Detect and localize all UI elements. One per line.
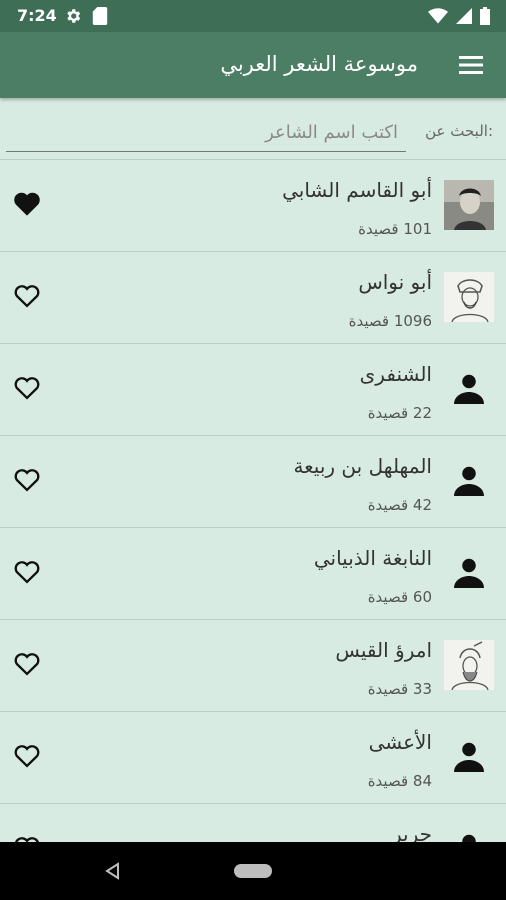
- heart-outline-icon[interactable]: [13, 467, 41, 493]
- search-input[interactable]: [6, 114, 406, 152]
- poet-name: الأعشى: [368, 730, 432, 754]
- poet-row[interactable]: النابغة الذبياني 60 قصيدة: [0, 527, 506, 619]
- navigation-bar: [0, 842, 506, 900]
- sd-card-icon: [92, 7, 108, 25]
- poet-list: أبو القاسم الشابي 101 قصيدة أبو نواس 109…: [0, 159, 506, 895]
- poet-row[interactable]: الأعشى 84 قصيدة: [0, 711, 506, 803]
- poem-count: 84 قصيدة: [367, 772, 432, 790]
- person-icon: [444, 364, 494, 414]
- poet-row[interactable]: أبو القاسم الشابي 101 قصيدة: [0, 159, 506, 251]
- poet-name: الشنفرى: [359, 362, 432, 386]
- person-icon: [444, 548, 494, 598]
- heart-icon[interactable]: [13, 191, 41, 217]
- status-bar: 7:24: [0, 0, 506, 32]
- poet-row[interactable]: الشنفرى 22 قصيدة: [0, 343, 506, 435]
- heart-outline-icon[interactable]: [13, 375, 41, 401]
- battery-icon: [480, 7, 490, 25]
- poet-row[interactable]: امرؤ القيس 33 قصيدة: [0, 619, 506, 711]
- home-icon[interactable]: [234, 864, 272, 878]
- poet-name: المهلهل بن ربيعة: [293, 454, 432, 478]
- search-row: البحث عن:: [0, 104, 506, 160]
- poet-row[interactable]: المهلهل بن ربيعة 42 قصيدة: [0, 435, 506, 527]
- poem-count: 42 قصيدة: [367, 496, 432, 514]
- poet-name: أبو نواس: [358, 270, 432, 294]
- poem-count: 101 قصيدة: [358, 220, 432, 238]
- heart-outline-icon[interactable]: [13, 743, 41, 769]
- poet-name: النابغة الذبياني: [313, 546, 432, 570]
- search-label: البحث عن:: [425, 122, 493, 140]
- settings-icon: [67, 9, 81, 23]
- poet-photo: [444, 180, 494, 230]
- app-title: موسوعة الشعر العربي: [220, 52, 418, 76]
- status-time: 7:24: [17, 6, 57, 25]
- poem-count: 33 قصيدة: [367, 680, 432, 698]
- poet-sketch: [444, 640, 494, 690]
- poet-name: امرؤ القيس: [335, 638, 432, 662]
- heart-outline-icon[interactable]: [13, 283, 41, 309]
- person-icon: [444, 732, 494, 782]
- wifi-icon: [428, 8, 448, 24]
- back-icon[interactable]: [104, 862, 120, 880]
- poem-count: 22 قصيدة: [367, 404, 432, 422]
- poet-sketch: [444, 272, 494, 322]
- heart-outline-icon[interactable]: [13, 559, 41, 585]
- signal-icon: [456, 8, 472, 24]
- poet-name: أبو القاسم الشابي: [282, 178, 432, 202]
- menu-icon[interactable]: [458, 53, 484, 77]
- poet-row[interactable]: أبو نواس 1096 قصيدة: [0, 251, 506, 343]
- heart-outline-icon[interactable]: [13, 651, 41, 677]
- poem-count: 1096 قصيدة: [348, 312, 432, 330]
- poem-count: 60 قصيدة: [367, 588, 432, 606]
- person-icon: [444, 456, 494, 506]
- app-bar: موسوعة الشعر العربي: [0, 32, 506, 98]
